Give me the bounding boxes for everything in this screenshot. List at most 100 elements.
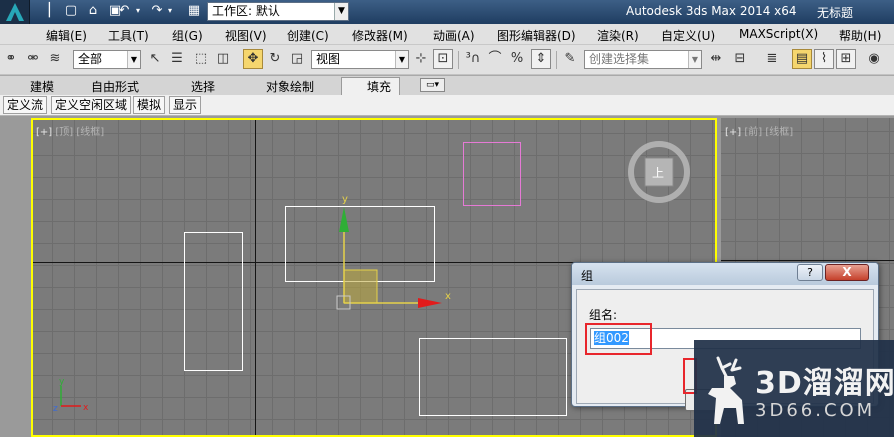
panel-define-flows[interactable]: 定义流 [3,96,48,114]
reference-coordinate-dropdown[interactable]: 视图 ▼ [311,50,409,69]
close-button[interactable]: X [825,264,869,281]
viewport-label[interactable]: [+] [前] [线框] [725,123,793,138]
viewcube-face-label: 上 [652,166,664,180]
select-and-scale-icon[interactable]: ◲ [287,49,307,69]
workspace-dropdown[interactable]: 工作区: 默认 ▼ [207,2,349,21]
redo-icon[interactable]: ↷ [147,3,167,20]
move-gizmo-y-label: y [342,194,348,205]
move-gizmo-plane[interactable] [343,269,378,304]
viewport-menu-plus[interactable]: [+] [725,127,741,138]
select-by-name-icon[interactable]: ☰ [167,49,187,69]
undo-dropdown-icon[interactable]: ▾ [133,3,143,20]
angle-snap-icon[interactable]: ⌒ [485,49,505,69]
menu-rendering[interactable]: 渲染(R) [597,27,639,44]
reference-coordinate-value: 视图 [316,52,341,66]
move-gizmo[interactable]: y x [328,190,453,315]
select-and-link-icon[interactable]: ⚭ [1,49,21,69]
world-x-axis-line [721,260,894,261]
ribbon-tab-selection[interactable]: 选择 [191,78,215,95]
named-selection-set-dropdown[interactable]: 创建选择集 ▼ [584,50,702,69]
viewport-menu-plus[interactable]: [+] [36,127,52,138]
edit-named-selection-icon[interactable]: ✎ [560,49,580,69]
panel-display[interactable]: 显示 [169,96,202,114]
unlink-selection-icon[interactable]: ⚮ [23,49,43,69]
menu-tools[interactable]: 工具(T) [108,27,149,44]
panel-simulate[interactable]: 模拟 [133,96,166,114]
ribbon-panel-bar: 定义流 定义空闲区域 模拟 显示 [0,95,894,116]
menu-create[interactable]: 创建(C) [287,27,329,44]
rectangular-selection-icon[interactable]: ⬚ [191,49,211,69]
layer-manager-icon[interactable]: ≣ [762,49,782,69]
tripod-x-label: x [83,403,89,413]
viewport-view-label[interactable]: [前] [744,127,762,138]
select-and-move-icon[interactable]: ✥ [243,49,263,69]
viewport-shading-label[interactable]: [线框] [765,127,793,138]
bind-to-space-warp-icon[interactable]: ≋ [45,49,65,69]
ribbon-tab-object-paint[interactable]: 对象绘制 [266,78,314,95]
menu-edit[interactable]: 编辑(E) [46,27,87,44]
percent-snap-icon[interactable]: % [507,49,527,69]
use-pivot-center-icon[interactable]: ⊹ [411,49,431,69]
dialog-title: 组 [581,269,594,283]
axis-tripod: y x z [53,377,89,414]
viewport-shading-label[interactable]: [线框] [76,127,104,138]
ribbon-tab-bar: 建模 自由形式 选择 对象绘制 填充 ▭▾ [0,76,894,95]
move-gizmo-y-arrow[interactable] [339,207,349,232]
viewport-view-label[interactable]: [顶] [55,127,73,138]
ribbon-tab-freeform[interactable]: 自由形式 [91,78,139,95]
menu-animation[interactable]: 动画(A) [433,27,475,44]
scene-object-box[interactable] [463,142,521,206]
toolbar-separator [458,51,459,69]
menu-maxscript[interactable]: MAXScript(X) [739,27,818,41]
quick-access-separator-icon: ▕ [40,3,50,18]
help-button[interactable]: ? [797,264,823,281]
menu-help[interactable]: 帮助(H) [839,27,881,44]
named-selection-placeholder: 创建选择集 [589,52,650,66]
select-and-manipulate-icon[interactable]: ⊡ [433,49,453,69]
ribbon-tab-populate[interactable]: 填充 [367,78,391,95]
new-file-icon[interactable]: ▢ [62,3,80,20]
main-toolbar: ⚭ ⚮ ≋ 全部 ▼ ↖ ☰ ⬚ ◫ ✥ ↻ ◲ 视图 ▼ ⊹ ⊡ ³∩ ⌒ %… [0,45,894,75]
3dsmax-window: ▕ ▢ ⌂ ▣ ↶ ▾ ↷ ▾ ▦ 工作区: 默认 ▼ Autodesk 3ds… [0,0,894,437]
graphite-modeling-tools-icon[interactable]: ▤ [792,49,812,69]
redo-dropdown-icon[interactable]: ▾ [165,3,175,20]
menu-modifiers[interactable]: 修改器(M) [352,27,408,44]
spinner-snap-icon[interactable]: ⇕ [531,49,551,69]
viewport-label[interactable]: [+] [顶] [线框] [36,123,104,138]
curve-editor-icon[interactable]: ⌇ [814,49,834,69]
scene-object-box[interactable] [184,232,243,371]
hold-icon[interactable]: ▦ [185,3,203,20]
app-menu-button[interactable] [0,0,30,24]
selection-filter-dropdown[interactable]: 全部 ▼ [73,50,141,69]
panel-define-idle-areas[interactable]: 定义空闲区域 [51,96,132,114]
ribbon-tab-modeling[interactable]: 建模 [30,78,54,95]
ribbon-options-dropdown[interactable]: ▭▾ [420,78,445,92]
menu-views[interactable]: 视图(V) [225,27,267,44]
material-editor-icon[interactable]: ◉ [864,49,884,69]
align-icon[interactable]: ⊟ [730,49,750,69]
move-gizmo-x-arrow[interactable] [418,298,442,308]
window-crossing-icon[interactable]: ◫ [213,49,233,69]
select-object-icon[interactable]: ↖ [145,49,165,69]
snaps-toggle-icon[interactable]: ³∩ [463,49,483,69]
toolbar-separator [556,51,557,69]
mirror-icon[interactable]: ⇹ [706,49,726,69]
viewcube[interactable]: 上 [627,140,691,204]
menu-bar: 编辑(E) 工具(T) 组(G) 视图(V) 创建(C) 修改器(M) 动画(A… [0,24,894,45]
app-title: Autodesk 3ds Max 2014 x64 [626,4,797,18]
3dsmax-logo-icon [6,3,24,21]
menu-customize[interactable]: 自定义(U) [661,27,715,44]
dialog-title-bar[interactable]: 组 ? X [572,263,878,285]
chevron-down-icon: ▼ [127,51,140,68]
menu-graph-editors[interactable]: 图形编辑器(D) [497,27,576,44]
tripod-y-label: y [59,377,65,387]
move-gizmo-x-label: x [445,291,451,302]
menu-group[interactable]: 组(G) [172,27,203,44]
title-bar: ▕ ▢ ⌂ ▣ ↶ ▾ ↷ ▾ ▦ 工作区: 默认 ▼ Autodesk 3ds… [0,0,894,24]
select-and-rotate-icon[interactable]: ↻ [265,49,285,69]
open-file-icon[interactable]: ⌂ [84,3,102,20]
deer-logo-icon [708,356,744,424]
scene-object-box[interactable] [419,338,567,416]
schematic-view-icon[interactable]: ⊞ [836,49,856,69]
selection-filter-value: 全部 [78,52,103,66]
